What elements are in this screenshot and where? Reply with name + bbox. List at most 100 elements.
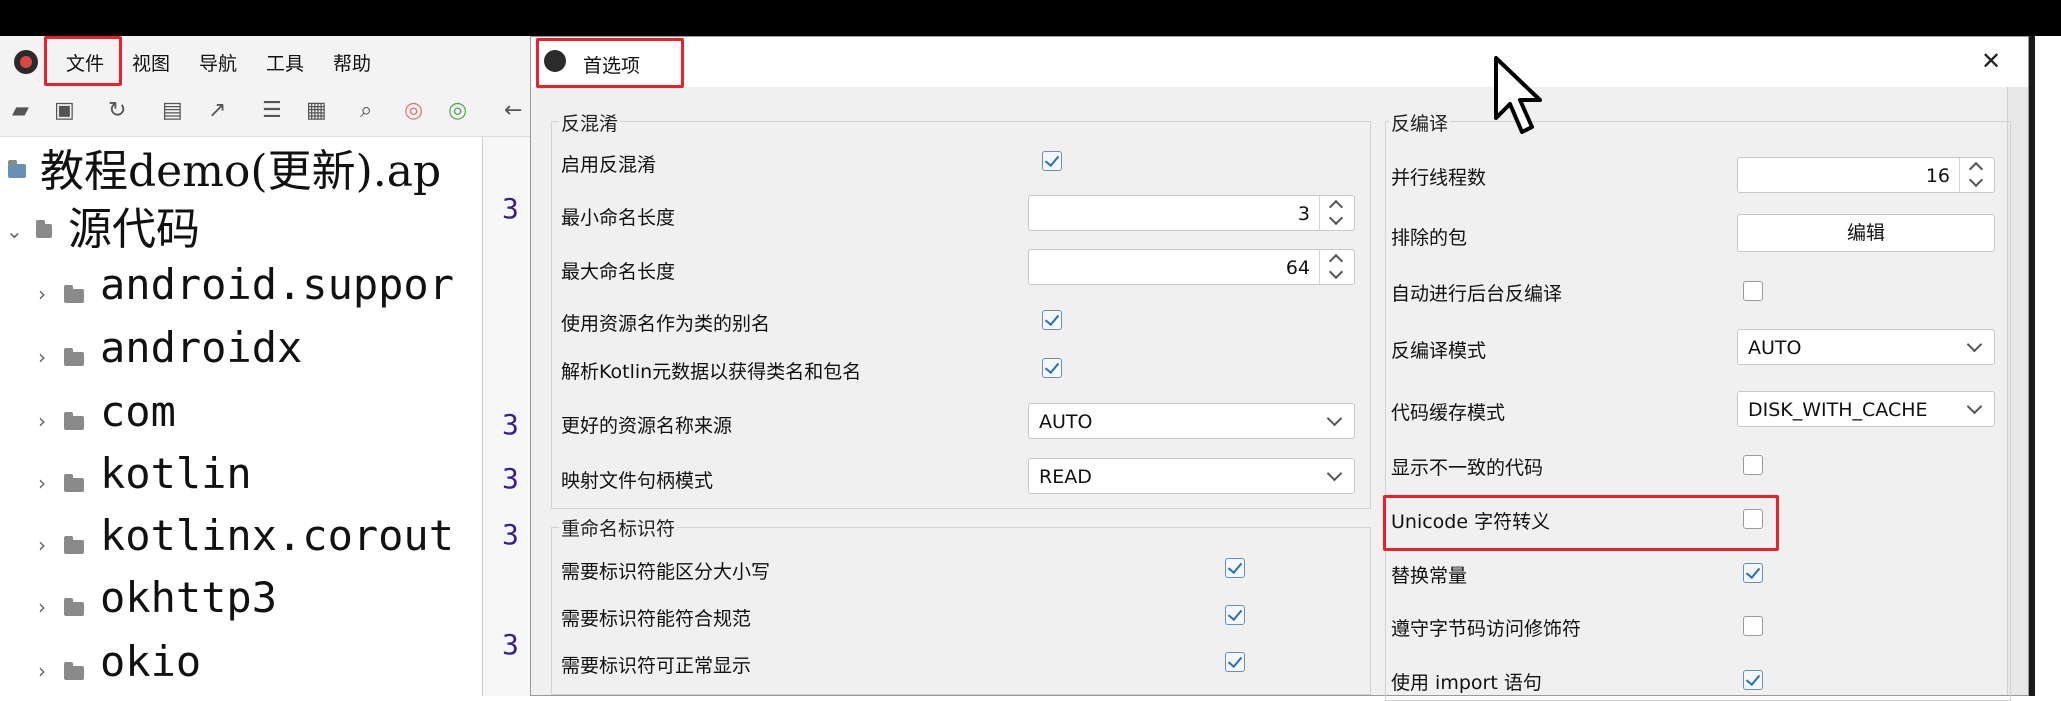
- search-class-icon[interactable]: ◎: [404, 98, 423, 123]
- max-len-value: 64: [1285, 257, 1310, 279]
- decompile-mode-select[interactable]: AUTO: [1737, 329, 1995, 365]
- kotlin-meta-label: 解析Kotlin元数据以获得类名和包名: [561, 361, 862, 383]
- case-sensitive-checkbox[interactable]: [1225, 558, 1245, 578]
- menu-view[interactable]: 视图: [132, 49, 170, 76]
- replace-const-checkbox[interactable]: [1743, 563, 1763, 583]
- export-icon[interactable]: ↗: [208, 98, 226, 123]
- save-icon[interactable]: ▤: [162, 98, 183, 123]
- better-res-value: AUTO: [1039, 411, 1093, 433]
- min-len-spinner[interactable]: 3: [1028, 195, 1355, 231]
- better-res-select[interactable]: AUTO: [1028, 403, 1355, 439]
- preferences-dialog: 首选项 ✕ 反混淆 启用反混淆 最小命名长度 3 最大命名长度 64 使用资源名…: [530, 36, 2029, 701]
- decompile-mode-value: AUTO: [1748, 337, 1802, 359]
- printable-checkbox[interactable]: [1225, 652, 1245, 672]
- auto-bg-label: 自动进行后台反编译: [1391, 283, 1563, 305]
- screen-top-black-bar: [0, 0, 2061, 36]
- decompile-mode-label: 反编译模式: [1391, 340, 1487, 362]
- menu-tools[interactable]: 工具: [266, 49, 304, 76]
- min-len-value: 3: [1297, 203, 1310, 225]
- bytecode-mod-label: 遵守字节码访问修饰符: [1391, 618, 1582, 640]
- tree-source-label[interactable]: 源代码: [68, 193, 200, 257]
- spinner-arrows-icon[interactable]: [1959, 158, 1994, 192]
- collapse-icon[interactable]: ☰: [262, 98, 282, 123]
- chevron-right-icon[interactable]: ›: [38, 345, 46, 369]
- chevron-right-icon[interactable]: ›: [38, 282, 46, 306]
- chevron-down-icon: [1326, 410, 1343, 427]
- map-mode-value: READ: [1039, 466, 1092, 488]
- package-icon: [64, 598, 84, 616]
- chevron-right-icon[interactable]: ›: [38, 409, 46, 433]
- menu-help[interactable]: 帮助: [333, 49, 371, 76]
- tree-package-item[interactable]: androidx: [100, 323, 302, 372]
- folder-tree-icon[interactable]: ▦: [306, 98, 327, 123]
- printable-label: 需要标识符可正常显示: [561, 655, 752, 677]
- add-file-icon[interactable]: ▣: [54, 98, 75, 123]
- kotlin-meta-checkbox[interactable]: [1042, 358, 1062, 378]
- back-icon[interactable]: ←: [504, 98, 522, 123]
- spinner-arrows-icon[interactable]: [1319, 196, 1354, 230]
- project-tree: 教程demo(更新).ap ⌄ 源代码 › android.suppor › a…: [0, 137, 482, 696]
- inconsistent-label: 显示不一致的代码: [1391, 457, 1544, 479]
- spinner-arrows-icon[interactable]: [1319, 250, 1354, 284]
- line-number: 3: [502, 192, 519, 225]
- use-res-alias-label: 使用资源名作为类的别名: [561, 313, 771, 335]
- decompile-group-title: 反编译: [1389, 109, 1451, 136]
- open-folder-icon[interactable]: ▰: [12, 98, 29, 123]
- valid-ident-label: 需要标识符能符合规范: [561, 608, 752, 630]
- package-icon: [64, 348, 84, 366]
- source-icon: [36, 220, 52, 238]
- search-icon[interactable]: ⌕: [360, 98, 372, 123]
- chevron-down-icon: [1966, 336, 1983, 353]
- deobf-enable-checkbox[interactable]: [1042, 151, 1062, 171]
- use-res-alias-checkbox[interactable]: [1042, 310, 1062, 330]
- menu-file-highlight: [44, 36, 122, 86]
- menu-navigate[interactable]: 导航: [199, 49, 237, 76]
- tree-package-item[interactable]: okio: [100, 637, 201, 686]
- reload-icon[interactable]: ↻: [108, 98, 126, 123]
- max-len-spinner[interactable]: 64: [1028, 249, 1355, 285]
- tree-package-item[interactable]: com: [100, 387, 176, 436]
- chevron-right-icon[interactable]: ›: [38, 595, 46, 619]
- mouse-cursor-icon: [1494, 56, 1542, 134]
- chevron-down-icon: [1326, 465, 1343, 482]
- chevron-right-icon[interactable]: ›: [38, 533, 46, 557]
- map-mode-select[interactable]: READ: [1028, 458, 1355, 494]
- search-usage-icon[interactable]: ◎: [448, 98, 467, 123]
- package-icon: [64, 285, 84, 303]
- bytecode-mod-checkbox[interactable]: [1743, 616, 1763, 636]
- tree-package-item[interactable]: kotlinx.corout: [100, 511, 454, 560]
- line-number: 3: [502, 408, 519, 441]
- line-number: 3: [502, 628, 519, 661]
- valid-ident-checkbox[interactable]: [1225, 605, 1245, 625]
- excluded-edit-button[interactable]: 编辑: [1737, 214, 1995, 252]
- tree-package-item[interactable]: okhttp3: [100, 573, 277, 622]
- package-icon: [64, 474, 84, 492]
- threads-spinner[interactable]: 16: [1737, 157, 1995, 193]
- apk-icon: [8, 160, 26, 178]
- use-import-label: 使用 import 语句: [1391, 672, 1542, 694]
- rename-group-title: 重命名标识符: [559, 514, 678, 541]
- window-shadow: [2029, 36, 2035, 696]
- tree-root-label[interactable]: 教程demo(更新).ap: [40, 137, 441, 199]
- deobf-enable-label: 启用反混淆: [561, 154, 657, 176]
- background-window-edge: [2029, 36, 2061, 696]
- tree-package-item[interactable]: android.suppor: [100, 260, 454, 309]
- chevron-right-icon[interactable]: ›: [38, 471, 46, 495]
- threads-label: 并行线程数: [1391, 167, 1487, 189]
- cache-mode-select[interactable]: DISK_WITH_CACHE: [1737, 391, 1995, 427]
- chevron-down-icon: [1966, 398, 1983, 415]
- dialog-title-bar: 首选项 ✕: [531, 37, 2028, 88]
- replace-const-label: 替换常量: [1391, 565, 1468, 587]
- chevron-right-icon[interactable]: ›: [38, 659, 46, 683]
- min-len-label: 最小命名长度: [561, 207, 676, 229]
- case-sensitive-label: 需要标识符能区分大小写: [561, 561, 771, 583]
- chevron-down-icon[interactable]: ⌄: [6, 219, 23, 243]
- use-import-checkbox[interactable]: [1743, 670, 1763, 690]
- tree-package-item[interactable]: kotlin: [100, 449, 252, 498]
- package-icon: [64, 536, 84, 554]
- unicode-escape-highlight: [1383, 495, 1779, 551]
- inconsistent-checkbox[interactable]: [1743, 455, 1763, 475]
- map-mode-label: 映射文件句柄模式: [561, 470, 714, 492]
- auto-bg-checkbox[interactable]: [1743, 281, 1763, 301]
- close-icon[interactable]: ✕: [1981, 47, 2001, 75]
